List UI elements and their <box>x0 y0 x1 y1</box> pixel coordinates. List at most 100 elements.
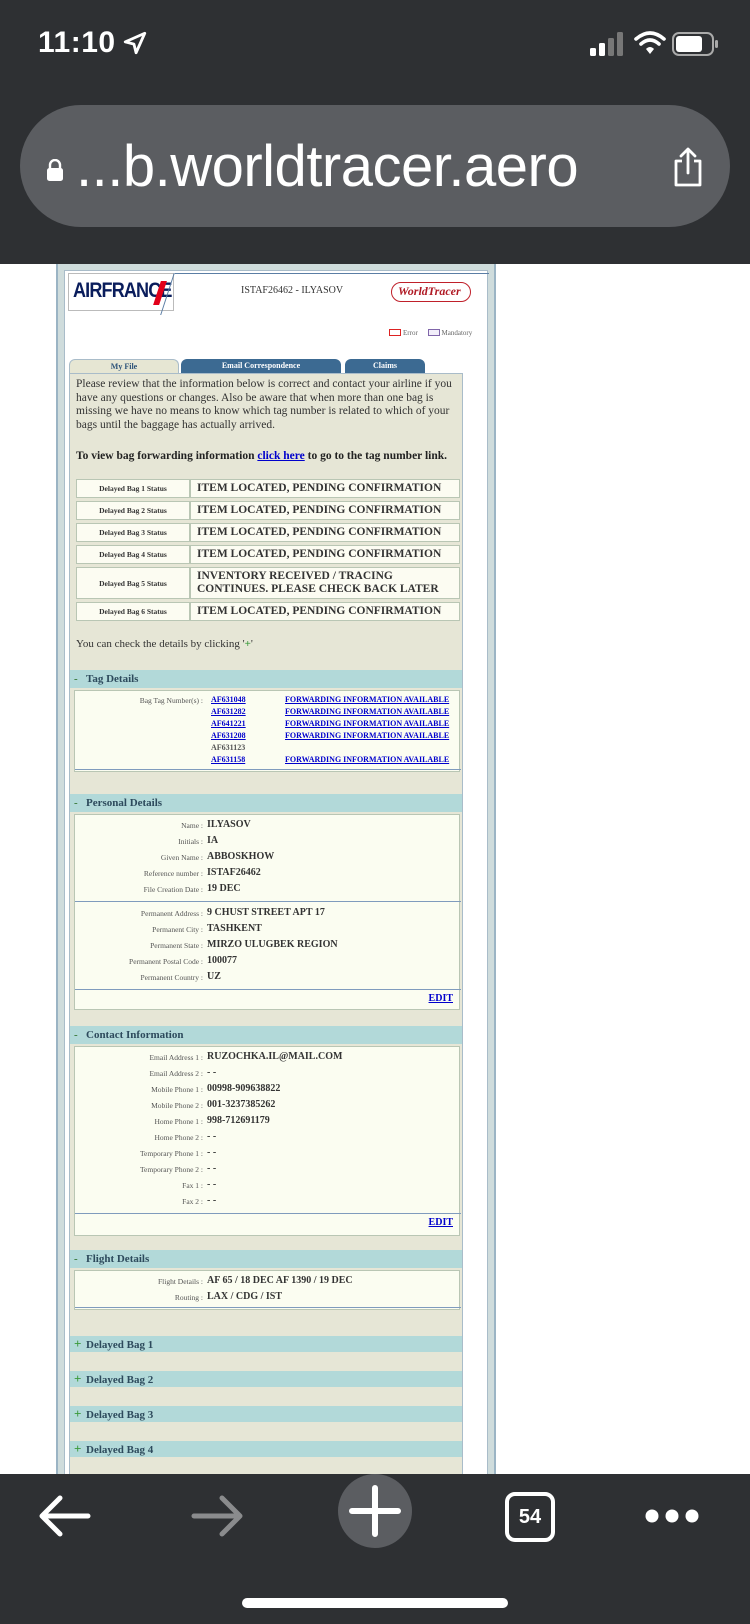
detail-row: Email Address 2 :- - <box>149 1067 217 1078</box>
personal-details-header[interactable]: - Personal Details <box>70 794 462 812</box>
edit-personal-link[interactable]: EDIT <box>429 993 453 1004</box>
forwarding-link[interactable]: FORWARDING INFORMATION AVAILABLE <box>285 707 449 716</box>
status-label: Delayed Bag 2 Status <box>76 501 190 520</box>
collapse-icon: - <box>74 1029 78 1041</box>
delayed-bag-4-header[interactable]: + Delayed Bag 4 <box>70 1441 462 1457</box>
file-header: AIRFRANCE ISTAF26462 - ILYASOV WorldTrac… <box>65 271 489 317</box>
table-row: Delayed Bag 2 Status ITEM LOCATED, PENDIN… <box>76 501 460 520</box>
status-time: 11:10 <box>38 26 116 59</box>
delayed-bag-2-header[interactable]: + Delayed Bag 2 <box>70 1371 462 1387</box>
delayed-bag-3-header[interactable]: + Delayed Bag 3 <box>70 1406 462 1422</box>
check-details-note: You can check the details by clicking '+… <box>76 638 253 650</box>
status-label: Delayed Bag 4 Status <box>76 545 190 564</box>
contact-info-header[interactable]: - Contact Information <box>70 1026 462 1044</box>
status-label: Delayed Bag 5 Status <box>76 567 190 599</box>
battery-icon <box>672 32 718 56</box>
flight-details-header[interactable]: - Flight Details <box>70 1250 462 1268</box>
edit-contact-link[interactable]: EDIT <box>429 1217 453 1228</box>
flight-details-box: Flight Details : AF 65 / 18 DEC AF 1390 /… <box>74 1270 461 1310</box>
tag-link[interactable]: AF631208 <box>211 731 246 740</box>
click-here-link[interactable]: click here <box>257 450 304 462</box>
list-item: AF631208 FORWARDING INFORMATION AVAILABL… <box>75 731 461 743</box>
status-value: ITEM LOCATED, PENDING CONFIRMATION <box>190 602 460 621</box>
status-value: INVENTORY RECEIVED / TRACING CONTINUES. … <box>190 567 460 599</box>
detail-row: Email Address 1 : RUZOCHKA.IL@MAIL.COM <box>149 1051 343 1062</box>
detail-row: Permanent Address :9 CHUST STREET APT 17 <box>140 907 325 918</box>
tab-switcher-button[interactable]: 54 <box>505 1492 555 1542</box>
intro-text: Please review that the information below… <box>76 378 452 431</box>
more-icon[interactable] <box>644 1508 700 1524</box>
status-label: Delayed Bag 3 Status <box>76 523 190 542</box>
table-row: Delayed Bag 5 Status INVENTORY RECEIVED /… <box>76 567 460 599</box>
tag-number: AF631123 <box>211 743 246 752</box>
contact-info-box: Email Address 1 : RUZOCHKA.IL@MAIL.COM Em… <box>74 1046 461 1236</box>
web-page: AIRFRANCE ISTAF26462 - ILYASOV WorldTrac… <box>0 264 750 1474</box>
tab-claims[interactable]: Claims <box>345 359 425 373</box>
delayed-bag-1-header[interactable]: + Delayed Bag 1 <box>70 1336 462 1352</box>
list-item: AF641221 FORWARDING INFORMATION AVAILABL… <box>75 719 461 731</box>
browser-url-area: ...b.worldtracer.aero <box>0 90 750 264</box>
detail-row: Permanent Postal Code :100077 <box>129 955 237 966</box>
file-panel: AIRFRANCE ISTAF26462 - ILYASOV WorldTrac… <box>64 270 489 1474</box>
tag-link[interactable]: AF631282 <box>211 707 246 716</box>
detail-row: Temporary Phone 2 :- - <box>139 1163 217 1174</box>
status-value: ITEM LOCATED, PENDING CONFIRMATION <box>190 501 460 520</box>
divider <box>75 989 461 990</box>
bag-status-table: Delayed Bag 1 Status ITEM LOCATED, PENDIN… <box>76 476 460 624</box>
status-value: ITEM LOCATED, PENDING CONFIRMATION <box>190 523 460 542</box>
personal-details-box: Name : ILYASOV Initials : IA Given Name :A… <box>74 814 461 1010</box>
home-indicator[interactable] <box>242 1598 508 1608</box>
url-text: ...b.worldtracer.aero <box>76 134 579 199</box>
status-label: Delayed Bag 1 Status <box>76 479 190 498</box>
worldtracer-logo: WorldTracer <box>391 282 471 302</box>
mandatory-swatch <box>427 329 440 336</box>
forward-arrow-icon[interactable] <box>190 1492 246 1540</box>
tab-my-file[interactable]: My File <box>69 359 179 373</box>
tag-link[interactable]: AF641221 <box>211 719 246 728</box>
forwarding-link[interactable]: FORWARDING INFORMATION AVAILABLE <box>285 731 449 740</box>
location-arrow-icon <box>123 31 147 55</box>
divider <box>75 769 461 770</box>
wifi-icon <box>634 31 666 54</box>
status-bar: 11:10 <box>0 0 750 90</box>
detail-row: Fax 1 :- - <box>182 1179 217 1190</box>
error-swatch <box>389 329 401 336</box>
divider <box>75 901 461 902</box>
detail-row: Fax 2 :- - <box>182 1195 217 1206</box>
my-file-content: Please review that the information below… <box>69 373 463 1474</box>
collapse-icon: - <box>74 797 78 809</box>
detail-row: File Creation Date :19 DEC <box>143 883 241 894</box>
tag-link[interactable]: AF631048 <box>211 695 246 704</box>
forwarding-link[interactable]: FORWARDING INFORMATION AVAILABLE <box>285 755 449 764</box>
detail-row: Home Phone 1 :998-712691179 <box>154 1115 270 1126</box>
worldtracer-frame: AIRFRANCE ISTAF26462 - ILYASOV WorldTrac… <box>56 264 496 1474</box>
collapse-icon: - <box>74 1253 78 1265</box>
divider <box>75 1213 461 1214</box>
expand-icon: + <box>74 1336 82 1351</box>
new-tab-button[interactable] <box>338 1474 412 1548</box>
cellular-signal-icon <box>590 32 623 56</box>
detail-row: Permanent Country : UZ <box>140 971 221 982</box>
list-item: Bag Tag Number(s) : AF631048 FORWARDING … <box>75 695 461 707</box>
tag-details-box: Bag Tag Number(s) : AF631048 FORWARDING … <box>74 690 461 772</box>
tag-details-header[interactable]: - Tag Details <box>70 670 462 688</box>
back-arrow-icon[interactable] <box>36 1492 92 1540</box>
tag-label: Bag Tag Number(s) : <box>139 696 203 705</box>
list-item: AF631158 FORWARDING INFORMATION AVAILABL… <box>75 755 461 767</box>
forwarding-link[interactable]: FORWARDING INFORMATION AVAILABLE <box>285 719 449 728</box>
collapse-icon: - <box>74 673 78 685</box>
expand-icon: + <box>74 1441 82 1456</box>
detail-row: Mobile Phone 1 :00998-909638822 <box>151 1083 281 1094</box>
tag-link[interactable]: AF631158 <box>211 755 245 764</box>
file-tabs: My File Email Correspondence Claims <box>69 359 485 373</box>
detail-row: Initials : IA <box>178 835 219 846</box>
share-icon[interactable] <box>672 147 704 187</box>
detail-row: Permanent City : TASHKENT <box>152 923 262 934</box>
forwarding-link[interactable]: FORWARDING INFORMATION AVAILABLE <box>285 695 449 704</box>
url-bar[interactable]: ...b.worldtracer.aero <box>20 105 730 227</box>
lock-icon <box>47 159 63 181</box>
tab-email-correspondence[interactable]: Email Correspondence <box>181 359 341 373</box>
detail-row: Routing : LAX / CDG / IST <box>174 1291 283 1302</box>
detail-row: Mobile Phone 2 :001-3237385262 <box>151 1099 276 1110</box>
expand-icon: + <box>74 1406 82 1421</box>
